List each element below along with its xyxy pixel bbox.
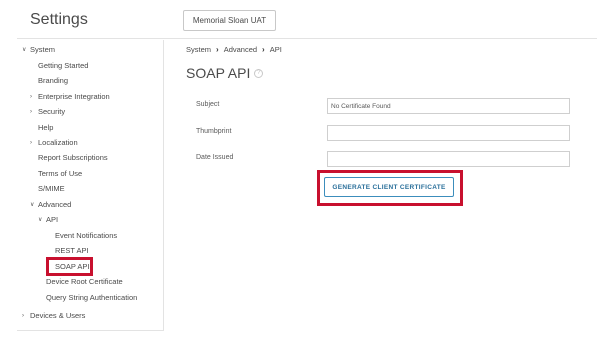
subject-field: No Certificate Found <box>327 98 570 114</box>
sidebar-item-label: Localization <box>38 138 78 147</box>
sidebar-item-label: Enterprise Integration <box>38 92 110 101</box>
page-title: SOAP API <box>186 65 251 81</box>
chevron-down-icon: ∨ <box>38 217 43 223</box>
chevron-right-icon: › <box>30 139 32 146</box>
sidebar-bottom-divider <box>17 330 164 331</box>
sidebar-item-query-string-authentication[interactable]: Query String Authentication <box>46 293 137 302</box>
sidebar-item-help[interactable]: Help <box>38 123 53 132</box>
sidebar-item-smime[interactable]: S/MIME <box>38 184 65 193</box>
date-issued-field <box>327 151 570 167</box>
thumbprint-field <box>327 125 570 141</box>
sidebar-item-security[interactable]: › Security <box>30 107 65 116</box>
chevron-down-icon: ∨ <box>30 202 35 208</box>
help-icon[interactable]: ? <box>254 68 264 78</box>
org-selector[interactable]: Memorial Sloan UAT <box>183 10 276 31</box>
date-issued-label: Date Issued <box>196 154 234 161</box>
header-divider <box>17 38 597 39</box>
breadcrumb-item[interactable]: System <box>186 45 211 54</box>
sidebar-item-getting-started[interactable]: Getting Started <box>38 61 88 70</box>
chevron-down-icon: ∨ <box>22 47 27 53</box>
sidebar-item-localization[interactable]: › Localization <box>30 138 78 147</box>
sidebar-item-system[interactable]: ∨ System <box>22 45 55 54</box>
sidebar-item-device-root-certificate[interactable]: Device Root Certificate <box>46 277 123 286</box>
sidebar-item-label: API <box>46 215 59 224</box>
breadcrumb-item[interactable]: Advanced <box>224 45 257 54</box>
thumbprint-label: Thumbprint <box>196 128 232 135</box>
soap-api-highlight-box <box>46 257 93 276</box>
chevron-right-icon: › <box>262 45 265 54</box>
sidebar-item-label: Security <box>38 107 66 116</box>
sidebar-item-devices-users[interactable]: › Devices & Users <box>22 311 85 320</box>
breadcrumb: System › Advanced › API <box>186 45 282 54</box>
page-title-row: SOAP API ? <box>186 65 264 81</box>
settings-sidebar <box>0 40 164 330</box>
generate-client-certificate-button[interactable]: GENERATE CLIENT CERTIFICATE <box>324 177 454 197</box>
sidebar-item-label: Devices & Users <box>30 311 86 320</box>
sidebar-item-api[interactable]: ∨ API <box>38 215 58 224</box>
chevron-right-icon: › <box>30 108 32 115</box>
sidebar-item-terms-of-use[interactable]: Terms of Use <box>38 169 82 178</box>
subject-label: Subject <box>196 101 220 108</box>
page-header-title: Settings <box>30 11 88 28</box>
sidebar-item-enterprise-integration[interactable]: › Enterprise Integration <box>30 92 110 101</box>
sidebar-item-label: System <box>30 45 56 54</box>
chevron-right-icon: › <box>30 93 32 100</box>
chevron-right-icon: › <box>216 45 219 54</box>
chevron-right-icon: › <box>22 312 24 319</box>
sidebar-item-rest-api[interactable]: REST API <box>55 246 89 255</box>
sidebar-item-advanced[interactable]: ∨ Advanced <box>30 200 71 209</box>
sidebar-item-event-notifications[interactable]: Event Notifications <box>55 231 117 240</box>
sidebar-item-label: Advanced <box>38 200 72 209</box>
sidebar-item-report-subscriptions[interactable]: Report Subscriptions <box>38 153 108 162</box>
sidebar-item-branding[interactable]: Branding <box>38 76 68 85</box>
breadcrumb-item[interactable]: API <box>270 45 282 54</box>
